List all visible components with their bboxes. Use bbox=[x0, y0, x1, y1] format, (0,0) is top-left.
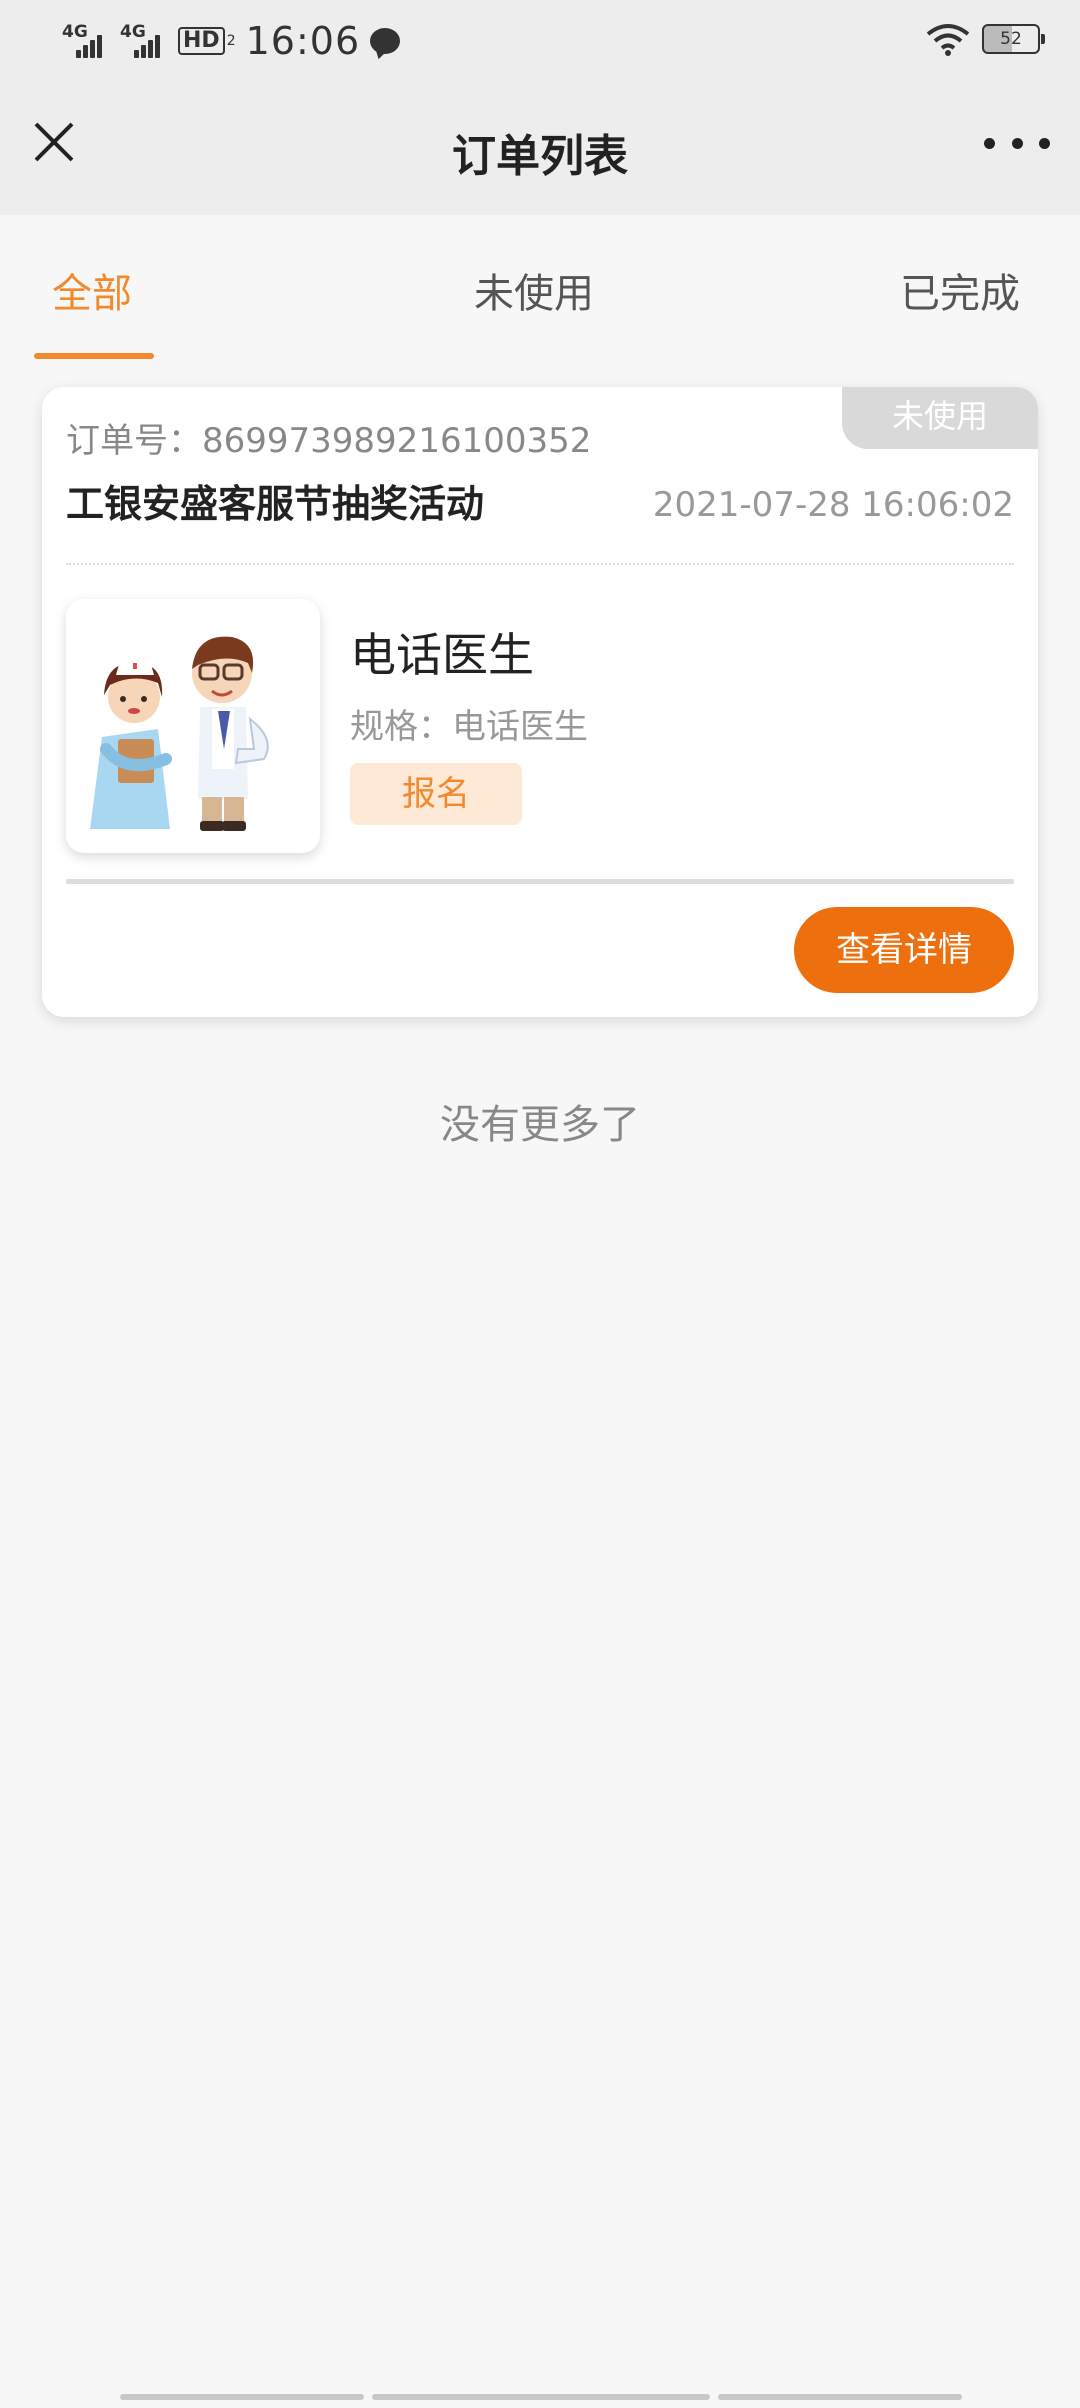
tab-active-indicator bbox=[34, 353, 154, 359]
navigation-gesture-bar bbox=[120, 2394, 962, 2400]
tab-unused[interactable]: 未使用 bbox=[474, 261, 594, 319]
nav-bar: 订单列表 bbox=[0, 80, 1080, 215]
status-bar-right: 52 bbox=[926, 22, 1045, 56]
product-spec-label: 规格： bbox=[350, 707, 452, 747]
divider-dotted bbox=[66, 563, 1014, 565]
divider-solid bbox=[66, 879, 1014, 884]
wifi-icon bbox=[926, 24, 970, 56]
status-bar: 4G 4G HD 2 16:06 52 bbox=[0, 0, 1080, 80]
battery-icon: 52 bbox=[982, 24, 1045, 54]
page-title: 订单列表 bbox=[452, 131, 628, 182]
network-type-2: 4G bbox=[120, 22, 146, 42]
view-details-button[interactable]: 查看详情 bbox=[794, 907, 1014, 993]
order-card[interactable]: 未使用 订单号：869973989216100352 工银安盛客服节抽奖活动 2… bbox=[42, 387, 1038, 1017]
product-name: 电话医生 bbox=[350, 628, 534, 682]
signup-tag: 报名 bbox=[350, 763, 522, 825]
more-icon[interactable] bbox=[984, 118, 1050, 168]
tab-all[interactable]: 全部 bbox=[52, 261, 132, 319]
doctor-nurse-illustration bbox=[90, 636, 269, 831]
activity-name: 工银安盛客服节抽奖活动 bbox=[66, 482, 485, 526]
status-time: 16:06 bbox=[245, 19, 361, 63]
order-time: 2021-07-28 16:06:02 bbox=[652, 485, 1014, 525]
status-bar-left: 4G 4G HD 2 16:06 bbox=[62, 16, 401, 66]
signal-icon: 4G bbox=[62, 22, 110, 58]
product-image bbox=[66, 599, 320, 853]
no-more-text: 没有更多了 bbox=[440, 1102, 640, 1148]
product-spec-value: 电话医生 bbox=[452, 707, 588, 747]
order-number-label: 订单号： bbox=[66, 421, 202, 461]
product-spec: 规格：电话医生 bbox=[350, 699, 588, 748]
hd-sub: 2 bbox=[226, 33, 236, 49]
status-badge: 未使用 bbox=[842, 387, 1038, 449]
hd-icon: HD bbox=[178, 27, 225, 55]
message-icon bbox=[370, 28, 401, 54]
network-type: 4G bbox=[62, 22, 88, 42]
order-number: 订单号：869973989216100352 bbox=[66, 413, 591, 462]
signal-icon-2: 4G bbox=[120, 22, 168, 58]
tab-bar: 全部 未使用 已完成 bbox=[0, 215, 1080, 365]
tab-completed[interactable]: 已完成 bbox=[900, 261, 1020, 319]
order-number-value: 869973989216100352 bbox=[202, 421, 592, 461]
